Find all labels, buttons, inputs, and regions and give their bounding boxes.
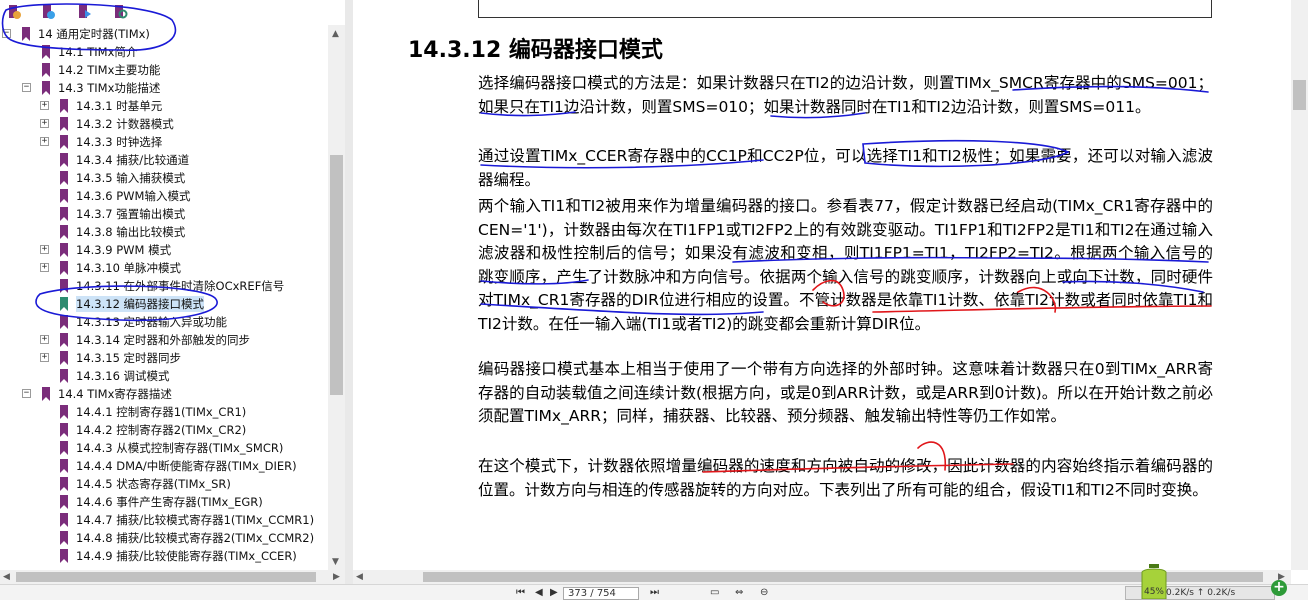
paragraph-3: 两个输入TI1和TI2被用来作为增量编码器的接口。参看表77，假定计数器已经启动…	[478, 197, 1213, 333]
add-icon[interactable]: +	[1271, 580, 1287, 596]
collapse-icon[interactable]: −	[22, 389, 31, 398]
fit-width-icon[interactable]: ⇔	[735, 587, 743, 598]
bookmark-icon	[60, 531, 68, 545]
sidebar-hscroll-thumb[interactable]	[16, 572, 316, 582]
bookmark-icon	[60, 495, 68, 509]
tree-item[interactable]: − 14.4 TIMx寄存器描述	[0, 385, 328, 403]
bookmark-icon	[60, 441, 68, 455]
sidebar-horizontal-scrollbar[interactable]: ◀ ▶	[0, 570, 345, 584]
paragraph-2: 通过设置TIMx_CCER寄存器中的CC1P和CC2P位，可以选择TI1和TI2…	[478, 147, 1213, 189]
sidebar-ink-annotations	[1, 3, 218, 322]
expand-icon[interactable]: +	[40, 335, 49, 344]
scroll-right-icon[interactable]: ▶	[333, 572, 340, 582]
tree-item-label: 14.4.7 捕获/比较模式寄存器1(TIMx_CCMR1)	[76, 513, 315, 527]
panel-splitter[interactable]	[345, 0, 353, 585]
document-vertical-scrollbar[interactable]	[1291, 0, 1308, 570]
tree-item[interactable]: 14.4.7 捕获/比较模式寄存器1(TIMx_CCMR1)	[0, 511, 328, 529]
doc-scroll-left-icon[interactable]: ◀	[356, 572, 363, 582]
bookmark-icon	[60, 459, 68, 473]
tree-item[interactable]: 14.4.6 事件产生寄存器(TIMx_EGR)	[0, 493, 328, 511]
tree-item-label: 14.4.6 事件产生寄存器(TIMx_EGR)	[76, 495, 263, 509]
bookmark-icon	[60, 477, 68, 491]
tree-item-label: 14.4 TIMx寄存器描述	[58, 387, 172, 401]
paragraph-4: 编码器接口模式基本上相当于使用了一个带有方向选择的外部时钟。这意味着计数器只在0…	[478, 360, 1213, 425]
tree-item-label: 14.4.3 从模式控制寄存器(TIMx_SMCR)	[76, 441, 284, 455]
tree-item[interactable]: 14.4.1 控制寄存器1(TIMx_CR1)	[0, 403, 328, 421]
tree-item[interactable]: +14.3.14 定时器和外部触发的同步	[0, 331, 328, 349]
bookmark-icon	[60, 405, 68, 419]
document-scroll-thumb[interactable]	[1293, 80, 1306, 110]
tree-item[interactable]: 14.4.4 DMA/中断使能寄存器(TIMx_DIER)	[0, 457, 328, 475]
bookmark-icon	[60, 369, 68, 383]
next-page-icon[interactable]: ▶	[550, 587, 558, 598]
bookmark-icon	[60, 549, 68, 563]
last-page-icon[interactable]: ⏭	[650, 587, 659, 598]
previous-table-border	[478, 0, 1212, 18]
tree-item[interactable]: 14.3.16 调试模式	[0, 367, 328, 385]
tree-item-label: 14.4.9 捕获/比较使能寄存器(TIMx_CCER)	[76, 549, 297, 563]
tree-item-label: 14.3.15 定时器同步	[76, 351, 182, 365]
bookmark-icon	[60, 333, 68, 347]
page-number-field[interactable]: 373 / 754	[563, 587, 639, 600]
battery-percent: 45%	[1144, 587, 1164, 597]
tree-item-label: 14.3.14 定时器和外部触发的同步	[76, 333, 251, 347]
zoom-out-icon[interactable]: ⊖	[760, 587, 768, 598]
bookmark-icon	[60, 513, 68, 527]
tree-item-label: 14.4.2 控制寄存器2(TIMx_CR2)	[76, 423, 247, 437]
tree-item[interactable]: 14.4.8 捕获/比较模式寄存器2(TIMx_CCMR2)	[0, 529, 328, 547]
view-mode-icon[interactable]: ▭	[710, 587, 719, 598]
tree-item-label: 14.4.8 捕获/比较模式寄存器2(TIMx_CCMR2)	[76, 531, 315, 545]
tree-item-label: 14.4.5 状态寄存器(TIMx_SR)	[76, 477, 231, 491]
first-page-icon[interactable]: ⏮	[516, 587, 525, 598]
bookmark-icon	[60, 351, 68, 365]
document-view: 14.3.12 编码器接口模式 选择编码器接口模式的方法是：如果计数器只在TI2…	[353, 0, 1291, 570]
tree-item-label: 14.4.4 DMA/中断使能寄存器(TIMx_DIER)	[76, 459, 297, 473]
expand-icon[interactable]: +	[40, 353, 49, 362]
scroll-left-icon[interactable]: ◀	[3, 572, 10, 582]
section-title: 14.3.12 编码器接口模式	[408, 38, 663, 63]
tree-item[interactable]: 14.4.3 从模式控制寄存器(TIMx_SMCR)	[0, 439, 328, 457]
paragraph-5: 在这个模式下，计数器依照增量编码器的速度和方向被自动的修改，因此计数器的内容始终…	[478, 457, 1213, 499]
status-bar: ⏮ ◀ ▶ 373 / 754 ⏭ ▭ ⇔ ⊖ 0.2K/s ↑ 0.2K/s	[0, 584, 1308, 600]
paragraph-1: 选择编码器接口模式的方法是：如果计数器只在TI2的边沿计数，则置TIMx_SMC…	[478, 74, 1213, 116]
bookmark-icon	[42, 387, 50, 401]
prev-page-icon[interactable]: ◀	[535, 587, 543, 598]
battery-indicator-icon: 45%	[1141, 564, 1167, 599]
tree-item[interactable]: 14.4.2 控制寄存器2(TIMx_CR2)	[0, 421, 328, 439]
tree-item-label: 14.3.16 调试模式	[76, 369, 170, 383]
bookmark-icon	[60, 423, 68, 437]
tree-item[interactable]: +14.3.15 定时器同步	[0, 349, 328, 367]
tree-item-label: 14.4.1 控制寄存器1(TIMx_CR1)	[76, 405, 247, 419]
tree-item[interactable]: 14.4.9 捕获/比较使能寄存器(TIMx_CCER)	[0, 547, 328, 565]
scroll-down-icon[interactable]: ▼	[332, 557, 339, 567]
tree-item[interactable]: 14.4.5 状态寄存器(TIMx_SR)	[0, 475, 328, 493]
